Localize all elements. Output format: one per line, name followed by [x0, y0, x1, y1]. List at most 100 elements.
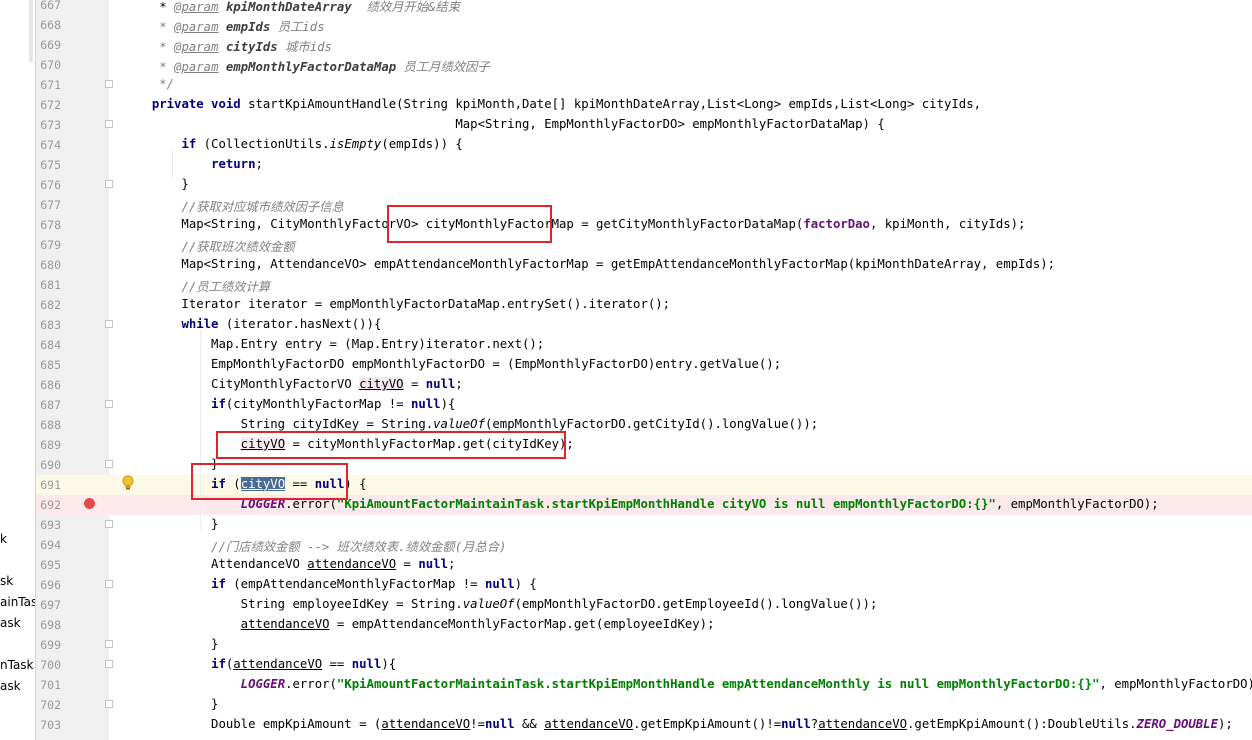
line-number[interactable]: 695: [36, 558, 61, 572]
code-line[interactable]: 677 //获取对应城市绩效因子信息: [36, 195, 1252, 215]
code-text[interactable]: */: [100, 77, 174, 91]
project-item[interactable]: ask: [0, 616, 21, 630]
code-text[interactable]: String employeeIdKey = String.valueOf(em…: [100, 597, 878, 611]
line-number[interactable]: 667: [36, 0, 61, 12]
line-number[interactable]: 691: [36, 478, 61, 492]
code-line[interactable]: 684 Map.Entry entry = (Map.Entry)iterato…: [36, 335, 1252, 355]
code-line[interactable]: 681 //员工绩效计算: [36, 275, 1252, 295]
code-line[interactable]: 685 EmpMonthlyFactorDO empMonthlyFactorD…: [36, 355, 1252, 375]
code-text[interactable]: while (iterator.hasNext()){: [100, 317, 381, 331]
line-number[interactable]: 681: [36, 278, 61, 292]
line-number[interactable]: 673: [36, 118, 61, 132]
code-line[interactable]: 697 String employeeIdKey = String.valueO…: [36, 595, 1252, 615]
code-text[interactable]: private void startKpiAmountHandle(String…: [100, 97, 981, 111]
code-line[interactable]: 701 LOGGER.error("KpiAmountFactorMaintai…: [36, 675, 1252, 695]
code-text[interactable]: if (empAttendanceMonthlyFactorMap != nul…: [100, 577, 537, 591]
code-text[interactable]: EmpMonthlyFactorDO empMonthlyFactorDO = …: [100, 357, 781, 371]
code-text[interactable]: AttendanceVO attendanceVO = null;: [100, 557, 455, 571]
code-text[interactable]: attendanceVO = empAttendanceMonthlyFacto…: [100, 617, 715, 631]
project-item[interactable]: nTask: [0, 658, 34, 672]
code-text[interactable]: if (CollectionUtils.isEmpty(empIds)) {: [100, 137, 462, 151]
code-text[interactable]: }: [100, 697, 218, 711]
code-line[interactable]: 678 Map<String, CityMonthlyFactorVO> cit…: [36, 215, 1252, 235]
line-number[interactable]: 700: [36, 658, 61, 672]
line-number[interactable]: 693: [36, 518, 61, 532]
code-line[interactable]: 671 */: [36, 75, 1252, 95]
line-number[interactable]: 692: [36, 498, 61, 512]
line-number[interactable]: 676: [36, 178, 61, 192]
code-text[interactable]: * @param empIds 员工ids: [100, 17, 324, 35]
line-number[interactable]: 682: [36, 298, 61, 312]
code-text[interactable]: Map<String, AttendanceVO> empAttendanceM…: [100, 257, 1055, 271]
project-item[interactable]: sk: [0, 574, 13, 588]
code-text[interactable]: Iterator iterator = empMonthlyFactorData…: [100, 297, 670, 311]
code-text[interactable]: LOGGER.error("KpiAmountFactorMaintainTas…: [100, 677, 1252, 691]
code-line[interactable]: 672 private void startKpiAmountHandle(St…: [36, 95, 1252, 115]
code-text[interactable]: Map.Entry entry = (Map.Entry)iterator.ne…: [100, 337, 544, 351]
code-line[interactable]: 702 }: [36, 695, 1252, 715]
code-line[interactable]: 668 * @param empIds 员工ids: [36, 15, 1252, 35]
code-text[interactable]: return;: [100, 157, 263, 171]
code-line[interactable]: 700 if(attendanceVO == null){: [36, 655, 1252, 675]
line-number[interactable]: 703: [36, 718, 61, 732]
project-item[interactable]: ask: [0, 679, 21, 693]
line-number[interactable]: 674: [36, 138, 61, 152]
code-line[interactable]: 693 }: [36, 515, 1252, 535]
line-number[interactable]: 668: [36, 18, 61, 32]
code-line[interactable]: 673 Map<String, EmpMonthlyFactorDO> empM…: [36, 115, 1252, 135]
code-line[interactable]: 694 //门店绩效金额 --> 班次绩效表.绩效金额(月总合): [36, 535, 1252, 555]
code-text[interactable]: * @param empMonthlyFactorDataMap 员工月绩效因子: [100, 57, 489, 75]
line-number[interactable]: 679: [36, 238, 61, 252]
code-text[interactable]: Double empKpiAmount = (attendanceVO!=nul…: [100, 717, 1233, 731]
code-text[interactable]: //获取班次绩效金额: [100, 237, 294, 255]
code-line[interactable]: 683 while (iterator.hasNext()){: [36, 315, 1252, 335]
code-text[interactable]: Map<String, CityMonthlyFactorVO> cityMon…: [100, 217, 1025, 231]
code-line[interactable]: 696 if (empAttendanceMonthlyFactorMap !=…: [36, 575, 1252, 595]
scrollbar[interactable]: [29, 0, 33, 62]
line-number[interactable]: 678: [36, 218, 61, 232]
line-number[interactable]: 683: [36, 318, 61, 332]
line-number[interactable]: 690: [36, 458, 61, 472]
code-line[interactable]: 676 }: [36, 175, 1252, 195]
breakpoint-icon[interactable]: [84, 498, 95, 509]
line-number[interactable]: 702: [36, 698, 61, 712]
line-number[interactable]: 701: [36, 678, 61, 692]
line-number[interactable]: 675: [36, 158, 61, 172]
line-number[interactable]: 677: [36, 198, 61, 212]
code-line[interactable]: 703 Double empKpiAmount = (attendanceVO!…: [36, 715, 1252, 735]
code-text[interactable]: CityMonthlyFactorVO cityVO = null;: [100, 377, 463, 391]
project-tool-window[interactable]: k sk ainTas ask nTask ask: [0, 0, 36, 740]
line-number[interactable]: 689: [36, 438, 61, 452]
code-text[interactable]: if(cityMonthlyFactorMap != null){: [100, 397, 455, 411]
line-number[interactable]: 694: [36, 538, 61, 552]
line-number[interactable]: 697: [36, 598, 61, 612]
code-line[interactable]: 699 }: [36, 635, 1252, 655]
code-line[interactable]: 686 CityMonthlyFactorVO cityVO = null;: [36, 375, 1252, 395]
line-number[interactable]: 696: [36, 578, 61, 592]
line-number[interactable]: 680: [36, 258, 61, 272]
code-line[interactable]: 682 Iterator iterator = empMonthlyFactor…: [36, 295, 1252, 315]
code-text[interactable]: String cityIdKey = String.valueOf(empMon…: [100, 417, 818, 431]
code-text[interactable]: //门店绩效金额 --> 班次绩效表.绩效金额(月总合): [100, 537, 506, 555]
code-text[interactable]: //获取对应城市绩效因子信息: [100, 197, 343, 215]
code-line[interactable]: 674 if (CollectionUtils.isEmpty(empIds))…: [36, 135, 1252, 155]
line-number[interactable]: 671: [36, 78, 61, 92]
line-number[interactable]: 685: [36, 358, 61, 372]
line-number[interactable]: 687: [36, 398, 61, 412]
code-line[interactable]: 667 * @param kpiMonthDateArray 绩效月开始&结束: [36, 0, 1252, 15]
code-text[interactable]: //员工绩效计算: [100, 277, 270, 295]
code-line[interactable]: 670 * @param empMonthlyFactorDataMap 员工月…: [36, 55, 1252, 75]
code-line[interactable]: 669 * @param cityIds 城市ids: [36, 35, 1252, 55]
line-number[interactable]: 698: [36, 618, 61, 632]
line-number[interactable]: 699: [36, 638, 61, 652]
line-number[interactable]: 670: [36, 58, 61, 72]
line-number[interactable]: 669: [36, 38, 61, 52]
code-line[interactable]: 695 AttendanceVO attendanceVO = null;: [36, 555, 1252, 575]
project-item[interactable]: ainTas: [0, 595, 35, 609]
code-text[interactable]: * @param cityIds 城市ids: [100, 37, 332, 55]
code-text[interactable]: Map<String, EmpMonthlyFactorDO> empMonth…: [100, 117, 884, 131]
code-text[interactable]: * @param kpiMonthDateArray 绩效月开始&结束: [100, 0, 460, 15]
code-text[interactable]: }: [100, 177, 188, 191]
code-line[interactable]: 679 //获取班次绩效金额: [36, 235, 1252, 255]
code-line[interactable]: 698 attendanceVO = empAttendanceMonthlyF…: [36, 615, 1252, 635]
